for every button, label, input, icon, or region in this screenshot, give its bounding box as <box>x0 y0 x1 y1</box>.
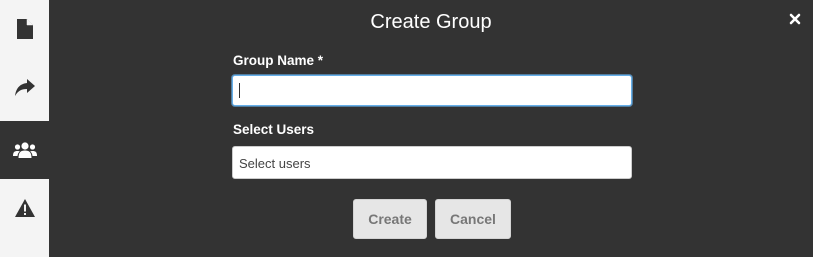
sidebar-item-groups[interactable] <box>0 121 49 179</box>
sidebar-item-warning[interactable] <box>0 179 49 237</box>
select-users-label: Select Users <box>233 122 315 137</box>
cancel-button[interactable]: Cancel <box>435 199 511 239</box>
group-name-input[interactable] <box>232 75 632 106</box>
text-cursor <box>239 83 240 98</box>
group-name-label: Group Name * <box>233 53 324 68</box>
sidebar-item-file[interactable] <box>0 0 49 58</box>
warning-icon <box>14 199 35 217</box>
close-button[interactable] <box>788 12 802 26</box>
create-button[interactable]: Create <box>353 199 427 239</box>
select-users-field[interactable]: Select users <box>232 146 632 179</box>
sidebar <box>0 0 49 257</box>
sidebar-item-share[interactable] <box>0 58 49 116</box>
file-icon <box>16 19 33 39</box>
share-icon <box>14 78 35 96</box>
create-group-dialog: Create Group Group Name * Select Users S… <box>0 0 813 257</box>
dialog-title: Create Group <box>370 11 492 33</box>
select-users-placeholder: Select users <box>239 156 311 171</box>
users-icon <box>12 141 37 159</box>
close-icon <box>788 13 802 30</box>
